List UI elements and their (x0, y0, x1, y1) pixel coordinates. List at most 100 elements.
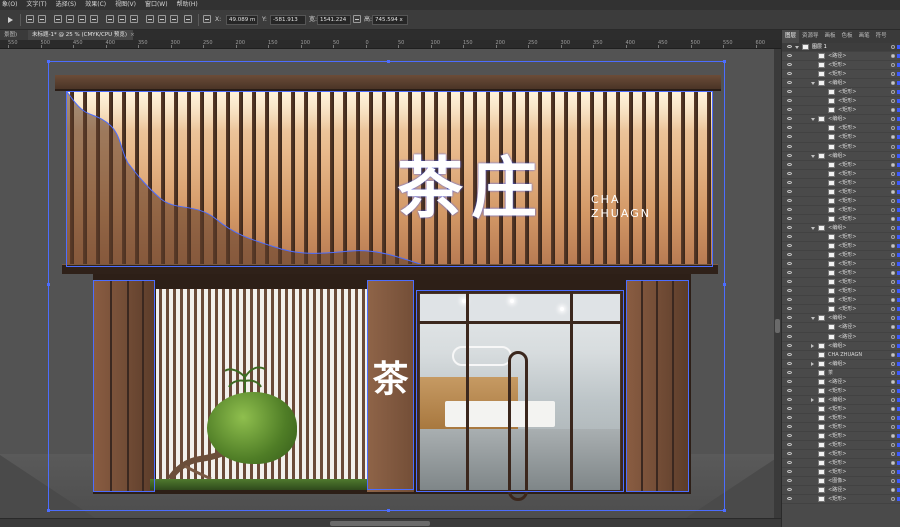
visibility-eye-icon[interactable] (787, 298, 792, 302)
align-middle-icon[interactable] (78, 15, 86, 23)
layer-row[interactable]: <矩形> (782, 441, 900, 451)
target-circle-icon[interactable] (891, 415, 895, 420)
layer-row[interactable]: <路径> (782, 378, 900, 387)
layer-row[interactable]: <矩形> (782, 233, 900, 243)
disclosure-arrow-icon[interactable] (811, 226, 815, 230)
visibility-eye-icon[interactable] (787, 415, 792, 419)
distribute-left-icon[interactable] (146, 15, 154, 23)
layer-row[interactable]: <矩形> (782, 161, 900, 170)
target-circle-icon[interactable] (891, 316, 895, 321)
distribute-center-icon[interactable] (158, 15, 166, 23)
handle-top-right[interactable] (723, 60, 726, 63)
tab-active-document[interactable]: 未标题-1* @ 25 % (CMYK/CPU 预览) × (28, 30, 135, 40)
layer-row[interactable]: <矩形> (782, 179, 900, 188)
distribute-top-icon[interactable] (106, 15, 114, 23)
visibility-eye-icon[interactable] (787, 443, 792, 447)
visibility-eye-icon[interactable] (787, 334, 792, 338)
layer-row[interactable]: <编组> (782, 314, 900, 324)
layer-row[interactable]: <矩形> (782, 124, 900, 134)
visibility-eye-icon[interactable] (787, 452, 792, 456)
target-circle-icon[interactable] (891, 198, 895, 203)
target-circle-icon[interactable] (891, 162, 895, 167)
layer-row[interactable]: <路径> (782, 323, 900, 333)
target-circle-icon[interactable] (891, 370, 895, 375)
handle-top-left[interactable] (47, 60, 50, 63)
target-circle-icon[interactable] (891, 343, 895, 348)
align-bottom-icon[interactable] (90, 15, 98, 23)
close-icon[interactable]: × (130, 32, 135, 38)
tab-swatches[interactable]: 色板 (839, 30, 856, 43)
tab-brushes[interactable]: 画笔 (856, 30, 873, 43)
menu-view[interactable]: 视图(V) (115, 0, 136, 10)
horizontal-ruler[interactable]: 550 500 450 400 350 300 250 200 150 100 50 0 50 100 15… (0, 40, 781, 49)
target-circle-icon[interactable] (891, 45, 895, 49)
layer-row[interactable]: <矩形> (782, 61, 900, 71)
layer-list[interactable]: 图层 1 <路径> <矩形> <矩形> <编组> <矩形> <矩形> <矩形> <编组> <矩形>… (782, 43, 900, 527)
target-circle-icon[interactable] (891, 117, 895, 122)
disclosure-arrow-icon[interactable] (811, 317, 815, 321)
canvas[interactable]: 茶庄 CHA ZHUAGN 茶 (0, 49, 781, 518)
target-circle-icon[interactable] (891, 135, 895, 140)
layer-row[interactable]: <矩形> (782, 97, 900, 107)
visibility-eye-icon[interactable] (787, 117, 792, 121)
layer-row[interactable]: <编组> (782, 396, 900, 405)
visibility-eye-icon[interactable] (787, 153, 792, 157)
target-circle-icon[interactable] (891, 334, 895, 339)
visibility-eye-icon[interactable] (787, 379, 792, 383)
target-circle-icon[interactable] (891, 361, 895, 366)
layer-row[interactable]: <路径> (782, 52, 900, 62)
visibility-eye-icon[interactable] (787, 198, 792, 202)
visibility-eye-icon[interactable] (787, 434, 792, 438)
align-center-icon[interactable] (38, 15, 46, 23)
layer-row[interactable]: <矩形> (782, 305, 900, 315)
layer-row[interactable]: <矩形> (782, 88, 900, 98)
layer-row[interactable]: <矩形> (782, 459, 900, 469)
align-right-icon[interactable] (54, 15, 62, 23)
handle-middle-left[interactable] (47, 283, 50, 286)
target-circle-icon[interactable] (891, 352, 895, 357)
layer-row[interactable]: <矩形> (782, 215, 900, 224)
disclosure-arrow-icon[interactable] (811, 361, 814, 366)
target-circle-icon[interactable] (891, 434, 895, 439)
layer-row[interactable]: 图层 1 (782, 43, 900, 53)
visibility-eye-icon[interactable] (787, 135, 792, 139)
transform-icon[interactable] (184, 15, 192, 23)
disclosure-arrow-icon[interactable] (811, 118, 815, 122)
target-circle-icon[interactable] (891, 307, 895, 312)
target-circle-icon[interactable] (891, 479, 895, 484)
visibility-eye-icon[interactable] (787, 225, 792, 229)
visibility-eye-icon[interactable] (787, 99, 792, 103)
layer-row[interactable]: <矩形> (782, 468, 900, 478)
visibility-eye-icon[interactable] (787, 325, 792, 329)
layer-row[interactable]: <编组> (782, 360, 900, 369)
visibility-eye-icon[interactable] (787, 171, 792, 175)
target-circle-icon[interactable] (891, 216, 895, 221)
visibility-eye-icon[interactable] (787, 343, 792, 347)
layer-row[interactable]: <矩形> (782, 414, 900, 423)
target-circle-icon[interactable] (891, 406, 895, 411)
target-circle-icon[interactable] (891, 234, 895, 239)
target-circle-icon[interactable] (891, 244, 895, 249)
visibility-eye-icon[interactable] (787, 180, 792, 184)
target-circle-icon[interactable] (891, 171, 895, 176)
visibility-eye-icon[interactable] (787, 162, 792, 166)
disclosure-arrow-icon[interactable] (811, 154, 815, 158)
align-top-icon[interactable] (66, 15, 74, 23)
disclosure-arrow-icon[interactable] (811, 343, 814, 348)
visibility-eye-icon[interactable] (787, 271, 792, 275)
layer-row[interactable]: <矩形> (782, 143, 900, 152)
visibility-eye-icon[interactable] (787, 244, 792, 248)
reference-point-icon[interactable] (203, 15, 211, 23)
target-circle-icon[interactable] (891, 180, 895, 185)
visibility-eye-icon[interactable] (787, 461, 792, 465)
tab-layers[interactable]: 图层 (782, 30, 800, 43)
tab-previous[interactable]: 景图) (0, 30, 28, 40)
target-circle-icon[interactable] (891, 289, 895, 294)
target-circle-icon[interactable] (891, 262, 895, 267)
target-circle-icon[interactable] (891, 253, 895, 258)
scroll-thumb[interactable] (330, 521, 430, 526)
layer-row[interactable]: <矩形> (782, 133, 900, 143)
target-circle-icon[interactable] (891, 189, 895, 194)
visibility-eye-icon[interactable] (787, 316, 792, 320)
visibility-eye-icon[interactable] (787, 253, 792, 257)
